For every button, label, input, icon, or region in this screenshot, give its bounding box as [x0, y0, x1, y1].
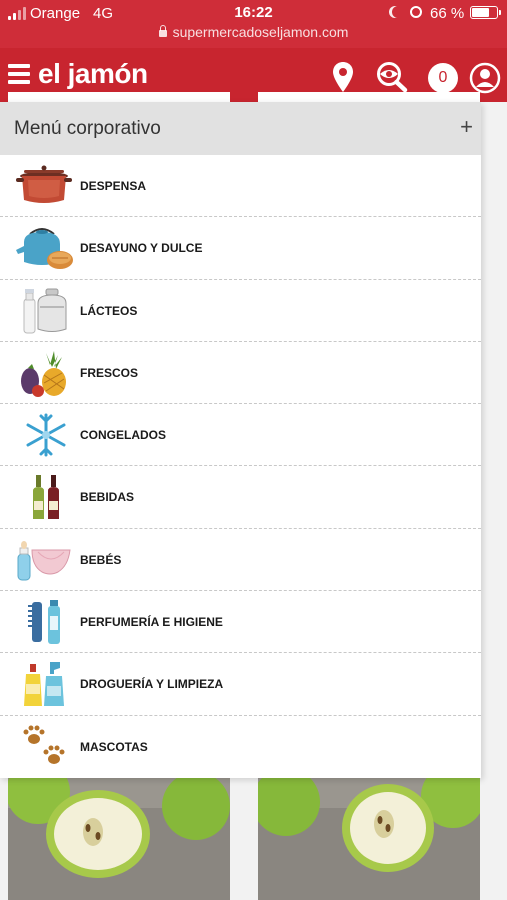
- expand-plus-icon[interactable]: +: [460, 114, 473, 140]
- corporate-menu-panel: Menú corporativo + DESPENSA DESAYUNO Y D…: [0, 102, 481, 778]
- category-item-desayuno-y-dulce[interactable]: DESAYUNO Y DULCE: [0, 217, 481, 280]
- url-bar[interactable]: supermercadoseljamon.com: [0, 24, 507, 40]
- category-label: PERFUMERÍA E HIGIENE: [80, 615, 223, 630]
- cleaning-products-icon: [24, 662, 64, 707]
- category-item-mascotas[interactable]: MASCOTAS: [0, 716, 481, 778]
- status-bar: Orange 4G 16:22 66 % supermercadoseljamo…: [0, 0, 507, 48]
- category-label: LÁCTEOS: [80, 303, 138, 318]
- cooking-pot-icon: [16, 165, 72, 203]
- pineapple-icon: [21, 350, 66, 397]
- category-list: DESPENSA DESAYUNO Y DULCE LÁCTEOS FRESCO…: [0, 155, 481, 778]
- do-not-disturb-icon: [392, 6, 404, 18]
- category-item-drogueria-y-limpieza[interactable]: DROGUERÍA Y LIMPIEZA: [0, 653, 481, 716]
- battery-percent: 66 %: [430, 5, 465, 22]
- menu-header[interactable]: Menú corporativo +: [0, 102, 481, 155]
- menu-title: Menú corporativo: [14, 118, 161, 139]
- category-label: DESAYUNO Y DULCE: [80, 241, 203, 256]
- url-text: supermercadoseljamon.com: [172, 24, 349, 40]
- search-eye-icon[interactable]: [375, 61, 409, 93]
- category-label: FRESCOS: [80, 365, 139, 380]
- kettle-icon: [16, 228, 73, 270]
- category-item-congelados[interactable]: CONGELADOS: [0, 404, 481, 467]
- category-label: BEBÉS: [80, 552, 122, 567]
- category-label: DROGUERÍA Y LIMPIEZA: [80, 677, 224, 692]
- lock-icon: [158, 25, 167, 37]
- paw-prints-icon: [23, 725, 65, 764]
- diaper-icon: [17, 540, 71, 581]
- category-label: MASCOTAS: [80, 739, 148, 754]
- category-label: DESPENSA: [80, 179, 147, 193]
- category-item-lacteos[interactable]: LÁCTEOS: [0, 280, 481, 342]
- category-item-bebes[interactable]: BEBÉS: [0, 529, 481, 592]
- wine-bottles-icon: [33, 475, 59, 520]
- category-label: BEBIDAS: [80, 490, 135, 505]
- hamburger-menu-icon[interactable]: [8, 64, 30, 84]
- category-item-perfumeria-e-higiene[interactable]: PERFUMERÍA E HIGIENE: [0, 591, 481, 654]
- battery-icon: [470, 6, 501, 19]
- snowflake-icon: [26, 413, 66, 457]
- category-item-bebidas[interactable]: BEBIDAS: [0, 466, 481, 529]
- category-item-despensa[interactable]: DESPENSA: [0, 155, 481, 218]
- category-label: CONGELADOS: [80, 428, 167, 443]
- location-pin-icon[interactable]: [332, 61, 354, 93]
- green-apple-image: [8, 778, 230, 900]
- cart-count-badge[interactable]: 0: [428, 63, 458, 93]
- milk-can-icon: [23, 288, 67, 334]
- site-logo[interactable]: el jamón: [38, 58, 148, 90]
- alarm-icon: [410, 6, 422, 18]
- comb-icon: [28, 600, 60, 645]
- category-item-frescos[interactable]: FRESCOS: [0, 342, 481, 405]
- user-account-icon[interactable]: [469, 62, 501, 94]
- green-apple-image: [258, 778, 480, 900]
